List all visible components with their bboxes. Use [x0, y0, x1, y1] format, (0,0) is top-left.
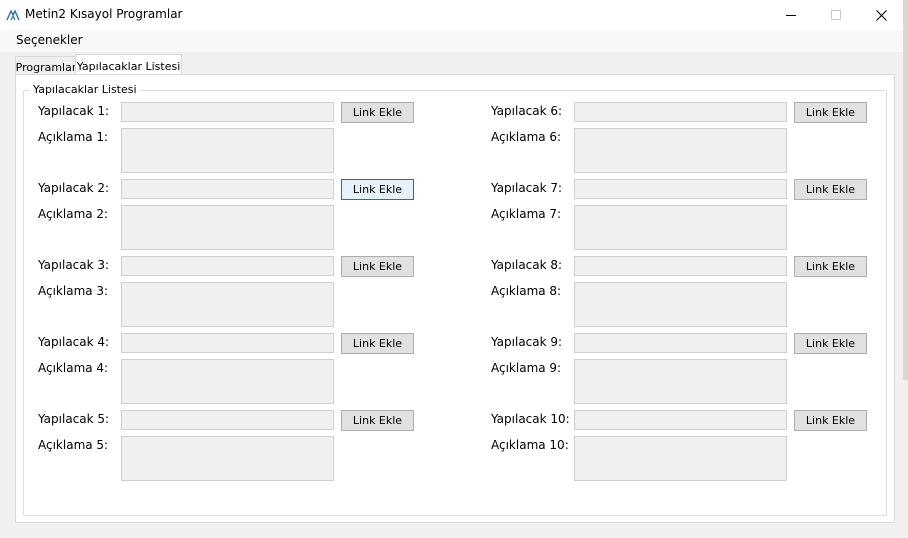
description-label: Açıklama 1: — [38, 130, 109, 144]
menu-bar — [0, 30, 908, 52]
description-label: Açıklama 9: — [491, 361, 562, 375]
close-button[interactable] — [858, 0, 904, 30]
description-label: Açıklama 7: — [491, 207, 562, 221]
maximize-button[interactable] — [813, 0, 859, 30]
window-title: Metin2 Kısayol Programlar — [25, 7, 183, 21]
description-textarea[interactable] — [121, 128, 334, 173]
link-ekle-button[interactable]: Link Ekle — [794, 410, 867, 431]
link-ekle-button[interactable]: Link Ekle — [794, 179, 867, 200]
link-ekle-button[interactable]: Link Ekle — [794, 333, 867, 354]
maximize-icon — [831, 10, 841, 20]
description-label: Açıklama 6: — [491, 130, 562, 144]
link-ekle-button[interactable]: Link Ekle — [794, 102, 867, 123]
todo-label: Yapılacak 4: — [38, 335, 110, 349]
description-textarea[interactable] — [574, 205, 787, 250]
link-ekle-button[interactable]: Link Ekle — [341, 256, 414, 277]
description-textarea[interactable] — [121, 436, 334, 481]
description-textarea[interactable] — [574, 282, 787, 327]
window-edge — [903, 0, 908, 380]
link-ekle-button[interactable]: Link Ekle — [341, 179, 414, 200]
description-label: Açıklama 5: — [38, 438, 109, 452]
minimize-icon — [786, 15, 796, 16]
link-ekle-button[interactable]: Link Ekle — [794, 256, 867, 277]
link-ekle-button[interactable]: Link Ekle — [341, 102, 414, 123]
link-ekle-button[interactable]: Link Ekle — [341, 410, 414, 431]
todo-input[interactable] — [121, 179, 334, 199]
todo-label: Yapılacak 2: — [38, 181, 110, 195]
todo-input[interactable] — [121, 256, 334, 276]
todo-label: Yapılacak 3: — [38, 258, 110, 272]
description-label: Açıklama 4: — [38, 361, 109, 375]
description-textarea[interactable] — [121, 205, 334, 250]
todo-label: Yapılacak 9: — [491, 335, 563, 349]
description-label: Açıklama 3: — [38, 284, 109, 298]
todo-input[interactable] — [121, 410, 334, 430]
description-textarea[interactable] — [574, 436, 787, 481]
todo-label: Yapılacak 5: — [38, 412, 110, 426]
todo-input[interactable] — [574, 179, 787, 199]
description-textarea[interactable] — [574, 359, 787, 404]
todo-label: Yapılacak 8: — [491, 258, 563, 272]
minimize-button[interactable] — [768, 0, 814, 30]
description-label: Açıklama 10: — [491, 438, 569, 452]
menu-secenekler[interactable]: Seçenekler — [16, 33, 83, 47]
app-icon — [6, 8, 20, 22]
todo-label: Yapılacak 6: — [491, 104, 563, 118]
description-textarea[interactable] — [121, 359, 334, 404]
link-ekle-button[interactable]: Link Ekle — [341, 333, 414, 354]
todo-input[interactable] — [121, 333, 334, 353]
todo-input[interactable] — [574, 333, 787, 353]
todo-input[interactable] — [574, 102, 787, 122]
todo-input[interactable] — [121, 102, 334, 122]
todo-label: Yapılacak 10: — [491, 412, 570, 426]
todo-input[interactable] — [574, 256, 787, 276]
todo-label: Yapılacak 7: — [491, 181, 563, 195]
group-title: Yapılacaklar Listesi — [30, 83, 140, 96]
description-textarea[interactable] — [574, 128, 787, 173]
description-label: Açıklama 8: — [491, 284, 562, 298]
todo-label: Yapılacak 1: — [38, 104, 110, 118]
description-label: Açıklama 2: — [38, 207, 109, 221]
todo-input[interactable] — [574, 410, 787, 430]
description-textarea[interactable] — [121, 282, 334, 327]
close-icon — [875, 9, 887, 21]
